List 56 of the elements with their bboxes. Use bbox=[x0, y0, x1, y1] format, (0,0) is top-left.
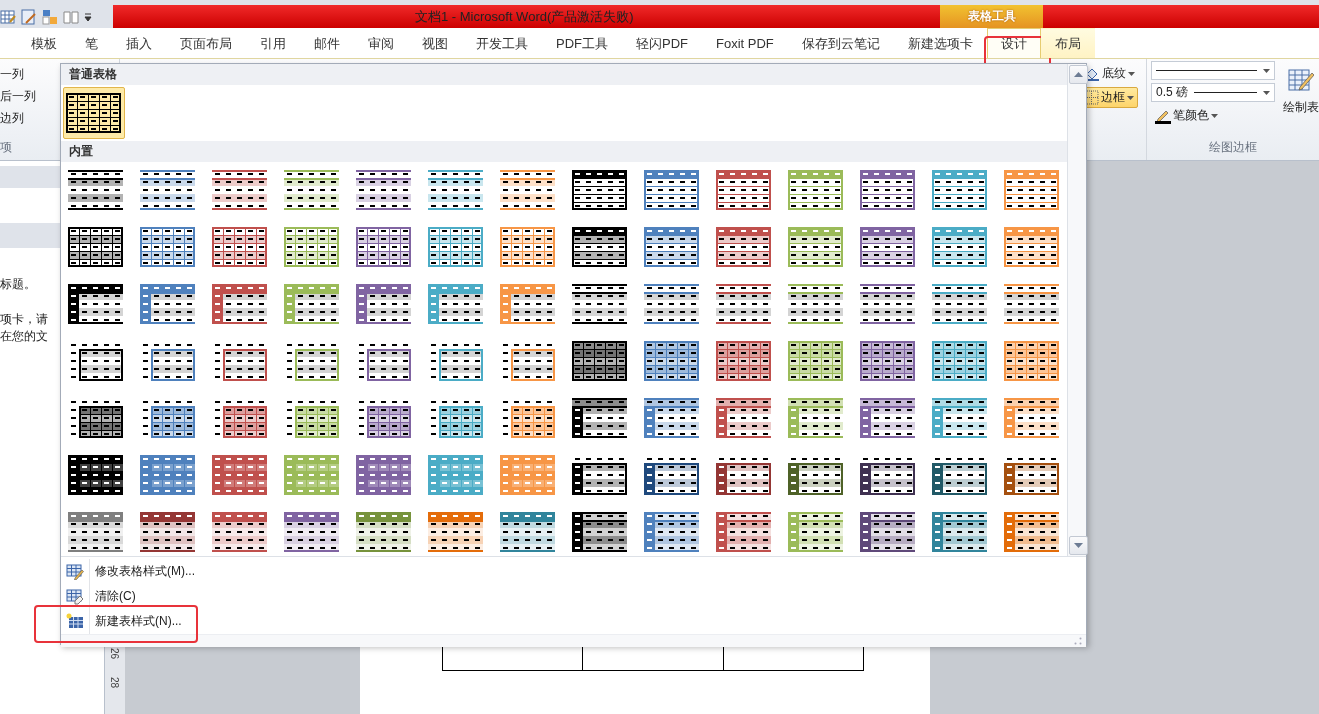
layout-icon[interactable] bbox=[42, 8, 58, 25]
table-pencil-icon bbox=[1288, 67, 1314, 93]
ruler-number: 26 bbox=[109, 647, 121, 660]
pen-color-button[interactable]: 笔颜色 bbox=[1151, 105, 1222, 126]
draw-table-button[interactable]: 绘制表 bbox=[1283, 61, 1319, 126]
contextual-tab-group-label: 表格工具 bbox=[940, 5, 1043, 28]
table-eraser-icon bbox=[66, 588, 84, 605]
menu-item[interactable]: 清除(C) bbox=[89, 584, 136, 609]
dropdown-icon[interactable] bbox=[84, 10, 92, 23]
line-style-dropdown[interactable] bbox=[1151, 61, 1275, 80]
ribbon-tab[interactable]: 页面布局 bbox=[166, 28, 246, 58]
table-icon[interactable] bbox=[0, 8, 16, 25]
triangle-up-icon bbox=[1074, 72, 1083, 77]
table-sparkle-icon bbox=[66, 613, 84, 630]
menu-item[interactable]: 修改表格样式(M)... bbox=[89, 559, 195, 584]
ribbon-tab[interactable]: 模板 bbox=[17, 28, 71, 58]
caret-icon bbox=[1128, 71, 1135, 76]
ribbon-tab[interactable]: Foxit PDF bbox=[702, 28, 788, 58]
ribbon-tab[interactable]: 设计 bbox=[986, 28, 1041, 58]
scroll-down-button[interactable] bbox=[1069, 536, 1088, 555]
window-title: 文档1 - Microsoft Word(产品激活失败) bbox=[414, 8, 635, 26]
option-label[interactable]: 后一列 bbox=[0, 85, 36, 107]
caret-icon bbox=[1263, 68, 1270, 73]
ribbon-tab[interactable]: 引用 bbox=[246, 28, 300, 58]
ribbon-tab[interactable]: 插入 bbox=[112, 28, 166, 58]
table-pencil-icon bbox=[66, 563, 84, 580]
triangle-down-icon bbox=[1074, 543, 1083, 548]
caret-icon bbox=[1263, 90, 1270, 95]
line-weight-dropdown[interactable]: 0.5 磅 bbox=[1151, 83, 1275, 102]
ribbon-tab[interactable]: PDF工具 bbox=[542, 28, 622, 58]
option-label[interactable]: 边列 bbox=[0, 107, 24, 129]
option-label[interactable]: 一列 bbox=[0, 63, 24, 85]
document-pencil-icon[interactable] bbox=[21, 8, 37, 25]
ribbon-tab[interactable]: 开发工具 bbox=[462, 28, 542, 58]
section-header: 内置 bbox=[61, 141, 1067, 162]
ribbon-tab[interactable]: 布局 bbox=[1040, 28, 1095, 58]
shading-button[interactable]: 底纹 bbox=[1080, 63, 1139, 84]
resize-grip-icon[interactable] bbox=[1074, 637, 1082, 645]
scroll-up-button[interactable] bbox=[1069, 65, 1088, 84]
ribbon-tab[interactable]: 保存到云笔记 bbox=[787, 28, 894, 58]
ribbon-tab[interactable]: 轻闪PDF bbox=[622, 28, 702, 58]
ribbon-tab[interactable]: 视图 bbox=[408, 28, 462, 58]
section-header: 普通表格 bbox=[61, 64, 1067, 85]
ribbon-tab[interactable]: 新建选项卡 bbox=[893, 28, 987, 58]
ribbon-tab[interactable]: 审阅 bbox=[354, 28, 408, 58]
group-label: 项 bbox=[0, 139, 12, 156]
caret-icon bbox=[1211, 113, 1218, 118]
caret-icon bbox=[1127, 95, 1134, 100]
pane-text: 项卡，请 bbox=[0, 311, 48, 328]
pane-text: 在您的文 bbox=[0, 328, 48, 345]
ribbon-tab[interactable]: 笔 bbox=[71, 28, 112, 58]
group-label: 绘图边框 bbox=[1208, 139, 1258, 156]
ribbon-tab[interactable]: 邮件 bbox=[300, 28, 354, 58]
border-grid-icon bbox=[1084, 90, 1099, 105]
pane-text: 标题。 bbox=[0, 276, 36, 293]
ruler-number: 28 bbox=[109, 676, 121, 689]
